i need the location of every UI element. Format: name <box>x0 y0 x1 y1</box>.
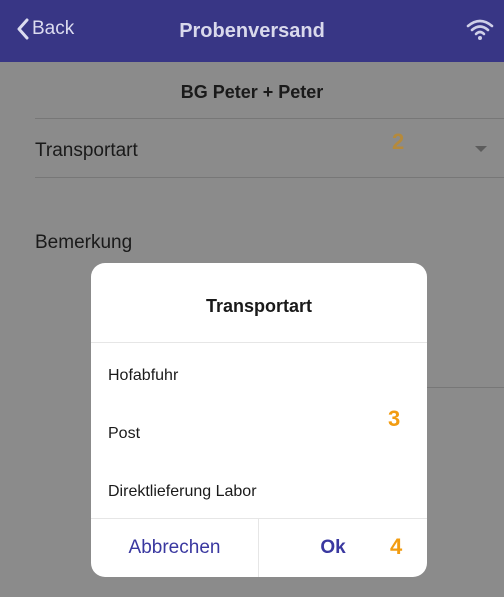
dropdown-caret-icon[interactable] <box>475 146 487 152</box>
navigation-bar: Back Probenversand <box>0 0 504 62</box>
option-direktlieferung-labor[interactable]: Direktlieferung Labor <box>108 483 257 501</box>
wifi-icon <box>466 19 494 40</box>
marker-2: 2 <box>392 129 405 154</box>
page-title: Probenversand <box>179 20 325 42</box>
dialog-divider <box>91 342 427 343</box>
marker-3: 3 <box>388 406 401 431</box>
option-post[interactable]: Post <box>108 425 140 443</box>
divider <box>35 177 504 178</box>
option-hofabfuhr[interactable]: Hofabfuhr <box>108 367 178 385</box>
remark-label: Bemerkung <box>35 232 133 253</box>
divider <box>427 387 504 388</box>
dialog-title: Transportart <box>205 296 313 316</box>
cancel-button[interactable]: Abbrechen <box>91 518 258 577</box>
subtitle: BG Peter + Peter <box>180 82 324 102</box>
divider <box>35 118 504 119</box>
ok-label: Ok <box>320 536 346 558</box>
transport-label[interactable]: Transportart <box>35 140 138 162</box>
transport-dialog: Transportart Hofabfuhr Post Direktliefer… <box>91 263 427 577</box>
marker-4: 4 <box>390 534 403 559</box>
